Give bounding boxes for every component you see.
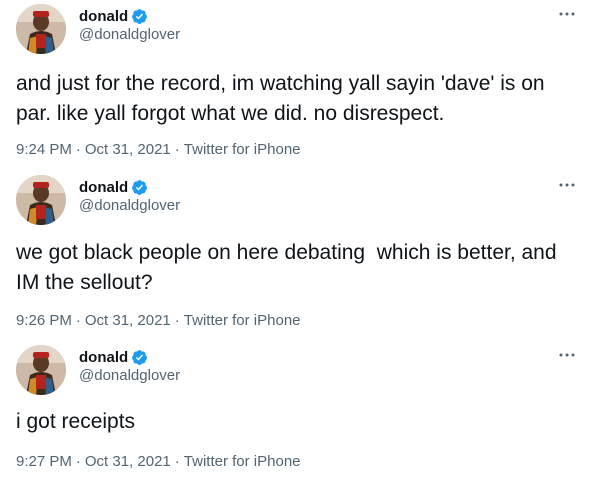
display-name[interactable]: donald <box>79 179 128 196</box>
tweet-meta: 9:27 PM · Oct 31, 2021 · Twitter for iPh… <box>16 453 301 470</box>
handle[interactable]: @donaldglover <box>79 197 180 214</box>
separator: · <box>75 312 81 329</box>
tweet-text: we got black people on here debating whi… <box>16 241 563 294</box>
tweet-time[interactable]: 9:27 PM <box>16 453 72 470</box>
tweet-source[interactable]: Twitter for iPhone <box>184 453 301 470</box>
display-name[interactable]: donald <box>79 349 128 366</box>
avatar-image <box>16 4 66 54</box>
verified-badge-icon <box>131 349 148 366</box>
tweet[interactable]: donald @donaldglover i got receipts 9:27… <box>0 345 595 475</box>
avatar-image <box>16 175 66 225</box>
tweet-meta: 9:26 PM · Oct 31, 2021 · Twitter for iPh… <box>16 312 301 329</box>
more-options-icon[interactable] <box>557 175 577 195</box>
more-options-icon[interactable] <box>557 345 577 365</box>
separator: · <box>174 312 180 329</box>
separator: · <box>75 141 81 158</box>
tweet-date[interactable]: Oct 31, 2021 <box>85 453 171 470</box>
tweet[interactable]: donald @donaldglover we got black people… <box>0 175 595 335</box>
verified-badge-icon <box>131 179 148 196</box>
tweet-source[interactable]: Twitter for iPhone <box>184 141 301 158</box>
tweet-text: and just for the record, im watching yal… <box>16 72 551 125</box>
avatar[interactable] <box>16 345 66 395</box>
handle[interactable]: @donaldglover <box>79 26 180 43</box>
tweet-date[interactable]: Oct 31, 2021 <box>85 312 171 329</box>
tweet-text: i got receipts <box>16 410 136 433</box>
tweet[interactable]: donald @donaldglover and just for the re… <box>0 4 595 164</box>
verified-badge-icon <box>131 8 148 25</box>
separator: · <box>174 141 180 158</box>
tweet-meta: 9:24 PM · Oct 31, 2021 · Twitter for iPh… <box>16 141 301 158</box>
tweet-date[interactable]: Oct 31, 2021 <box>85 141 171 158</box>
tweet-time[interactable]: 9:24 PM <box>16 141 72 158</box>
tweet-time[interactable]: 9:26 PM <box>16 312 72 329</box>
avatar-image <box>16 345 66 395</box>
tweet-source[interactable]: Twitter for iPhone <box>184 312 301 329</box>
separator: · <box>174 453 180 470</box>
separator: · <box>75 453 81 470</box>
more-options-icon[interactable] <box>557 4 577 24</box>
avatar[interactable] <box>16 4 66 54</box>
display-name[interactable]: donald <box>79 8 128 25</box>
avatar[interactable] <box>16 175 66 225</box>
handle[interactable]: @donaldglover <box>79 367 180 384</box>
